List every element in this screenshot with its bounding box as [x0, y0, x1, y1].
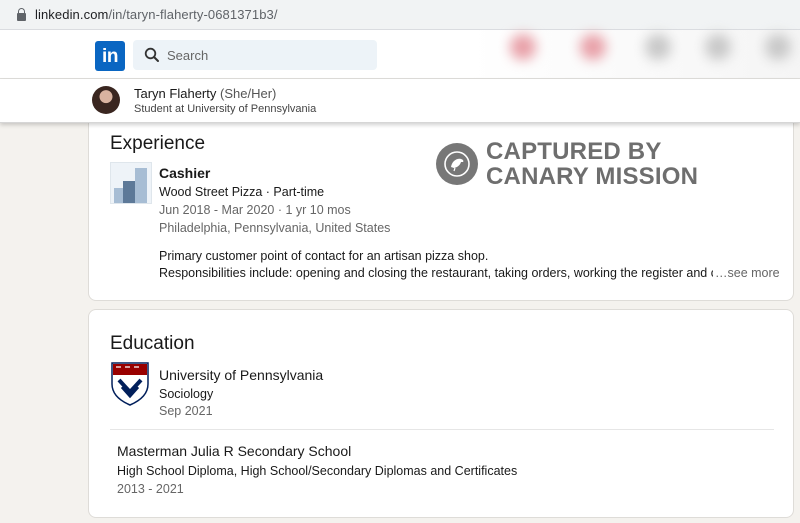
section-title: Education — [110, 333, 195, 354]
lock-icon — [17, 7, 26, 21]
company-logo-placeholder[interactable] — [110, 162, 152, 204]
degree-penn: Sociology — [159, 387, 214, 401]
blurred-nav-icons — [470, 30, 800, 78]
watermark-line2: CANARY MISSION — [486, 163, 699, 190]
linkedin-logo[interactable]: in — [95, 41, 125, 71]
experience-dates: Jun 2018 - Mar 2020 · 1 yr 10 mos — [159, 203, 351, 217]
see-more-link[interactable]: …see more — [713, 266, 780, 280]
canary-mission-watermark: CAPTURED BY CANARY MISSION — [436, 139, 698, 189]
pronouns: (She/Her) — [220, 86, 277, 101]
sticky-profile-header: Taryn Flaherty (She/Her) Student at Univ… — [0, 79, 800, 123]
education-section: Education University of Pennsylvania Soc… — [88, 309, 794, 518]
profile-name: Taryn Flaherty (She/Her) — [134, 86, 277, 101]
experience-section: Experience Cashier Wood Street Pizza · P… — [88, 115, 794, 301]
experience-company: Wood Street Pizza · Part-time — [159, 185, 325, 199]
avatar[interactable] — [92, 86, 120, 114]
search-box[interactable] — [133, 40, 377, 70]
experience-description-line2: Responsibilities include: opening and cl… — [159, 266, 721, 280]
section-title: Experience — [110, 133, 206, 154]
canary-bird-icon — [436, 143, 478, 185]
school-name-masterman[interactable]: Masterman Julia R Secondary School — [117, 443, 351, 459]
top-nav: in — [0, 30, 800, 79]
profile-headline: Student at University of Pennsylvania — [134, 103, 317, 115]
experience-location: Philadelphia, Pennsylvania, United State… — [159, 221, 391, 235]
penn-shield-logo[interactable] — [111, 362, 149, 406]
url-text[interactable]: linkedin.com/in/taryn-flaherty-0681371b3… — [35, 7, 278, 22]
browser-address-bar[interactable]: linkedin.com/in/taryn-flaherty-0681371b3… — [0, 0, 800, 30]
school-name-penn[interactable]: University of Pennsylvania — [159, 367, 323, 383]
divider — [110, 429, 774, 430]
dates-penn: Sep 2021 — [159, 404, 213, 418]
watermark-line1: CAPTURED BY — [486, 138, 662, 165]
search-input[interactable] — [167, 47, 367, 63]
search-icon — [144, 47, 159, 62]
degree-masterman: High School Diploma, High School/Seconda… — [117, 464, 518, 478]
dates-masterman: 2013 - 2021 — [117, 482, 184, 496]
experience-description-line1: Primary customer point of contact for an… — [159, 249, 489, 263]
experience-role[interactable]: Cashier — [159, 165, 210, 181]
